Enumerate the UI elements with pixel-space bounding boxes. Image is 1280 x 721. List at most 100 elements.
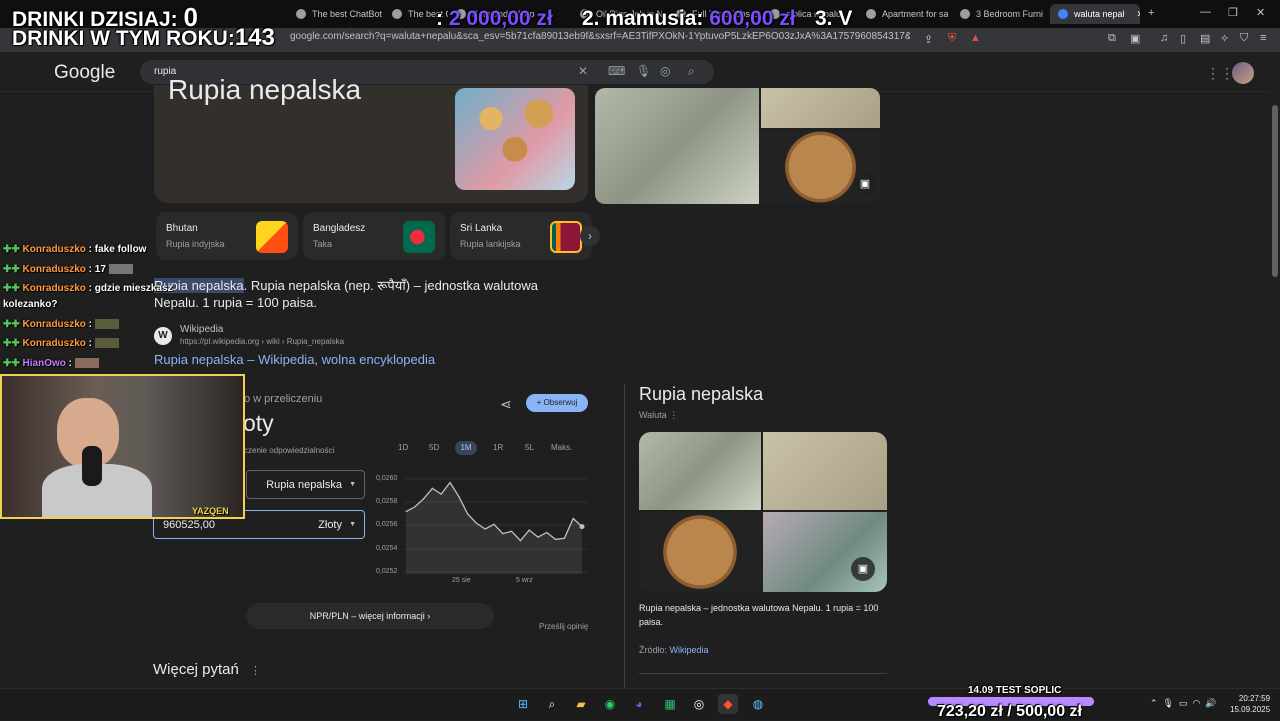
- chat-badge-icon: ✚✚: [3, 244, 20, 255]
- screenshot-icon[interactable]: ▣: [1130, 32, 1140, 45]
- drinks-year: DRINKI W TYM ROKU:143: [12, 24, 275, 51]
- obs-icon[interactable]: ◎: [689, 694, 709, 714]
- hero-title: Rupia nepalska: [168, 74, 362, 105]
- tab-1[interactable]: The best ChatBot: [296, 4, 386, 24]
- media-icon[interactable]: ♫: [1160, 32, 1168, 44]
- panel-subtitle: Waluta ⋮: [639, 410, 679, 420]
- close-tab-icon[interactable]: ✕: [1137, 9, 1140, 20]
- extensions-icon[interactable]: ⧉: [1108, 32, 1116, 45]
- panel-source: Źródło: Wikipedia: [639, 645, 709, 655]
- share-icon[interactable]: ⇪: [924, 33, 933, 46]
- chart-area: [406, 482, 582, 574]
- disclaimer-link[interactable]: czenie odpowiedzialności: [244, 446, 334, 455]
- more-info-button[interactable]: NPR/PLN – więcej informacji ›: [246, 603, 494, 629]
- chevron-down-icon: ▼: [349, 481, 356, 488]
- chart-point: [537, 536, 539, 538]
- wallet-icon[interactable]: ▤: [1200, 32, 1210, 45]
- more-questions-heading: Więcej pytań: [153, 661, 239, 678]
- leo-icon[interactable]: ✧: [1220, 32, 1229, 45]
- range-max[interactable]: Maks.: [551, 443, 572, 452]
- chat-badge-icon: ✚✚: [3, 319, 20, 330]
- panel-image-grid[interactable]: ▣: [639, 432, 887, 592]
- discord-icon[interactable]: ◕: [629, 694, 649, 714]
- chart-point: [467, 513, 469, 515]
- brave-browser-icon[interactable]: ◆: [718, 694, 738, 714]
- tab-8[interactable]: 3 Bedroom Furni: [960, 4, 1046, 24]
- amount-input[interactable]: 960525,00: [163, 519, 215, 531]
- tab-favicon-icon: [960, 9, 970, 19]
- from-currency-select[interactable]: Rupia nepalska ▼: [246, 470, 365, 499]
- range-1m[interactable]: 1M: [455, 441, 477, 455]
- banknote-tiger-image[interactable]: [763, 432, 887, 510]
- maximize-icon[interactable]: ❐: [1228, 6, 1238, 19]
- keyboard-icon[interactable]: ⌨: [608, 64, 625, 78]
- banknotes-image-grid[interactable]: ▣: [595, 88, 880, 204]
- exchange-rate-chart[interactable]: [404, 474, 588, 574]
- tab-7[interactable]: Apartment for sal: [866, 4, 948, 24]
- rewards-icon[interactable]: ▲: [970, 32, 981, 44]
- bhutan-flag-icon: [256, 221, 288, 253]
- chip-bhutan[interactable]: Bhutan Rupia indyjska: [156, 212, 298, 260]
- x-tick: 5 wrz: [516, 577, 533, 584]
- spreadsheet-icon[interactable]: ▦: [660, 694, 680, 714]
- coins-image[interactable]: [455, 88, 575, 190]
- source-site-name: Wikipedia: [180, 324, 224, 335]
- chips-next-button[interactable]: ›: [580, 226, 600, 246]
- taskbar-clock[interactable]: 20:27:59 15.09.2025: [1230, 693, 1270, 715]
- start-menu-icon[interactable]: ⊞: [513, 694, 533, 714]
- y-tick: 0,0254: [376, 545, 398, 552]
- search-taskbar-icon[interactable]: ⌕: [542, 694, 562, 714]
- chip-bangladesz[interactable]: Bangladesz Taka: [303, 212, 445, 260]
- more-options-icon[interactable]: ⋮: [669, 410, 678, 420]
- chat-message: ✚✚ Konraduszko :: [3, 338, 119, 349]
- search-icon[interactable]: ⌕: [688, 64, 695, 79]
- range-1d[interactable]: 1D: [398, 443, 408, 452]
- image-gallery-icon[interactable]: ▣: [851, 557, 875, 581]
- chart-point: [563, 537, 565, 539]
- range-5l[interactable]: 5L: [525, 443, 534, 452]
- whatsapp-icon[interactable]: ◉: [600, 694, 620, 714]
- share-result-icon[interactable]: ⋖: [500, 396, 512, 413]
- x-tick: 25 sie: [452, 577, 471, 584]
- chart-point: [555, 538, 557, 541]
- range-5d[interactable]: 5D: [429, 443, 439, 452]
- goal-title: 14.09 TEST SOPLIC: [968, 685, 1062, 696]
- google-apps-icon[interactable]: ⋮⋮: [1206, 65, 1234, 82]
- vpn-icon[interactable]: ⛉: [1240, 32, 1248, 45]
- new-tab-icon[interactable]: +: [1148, 7, 1154, 19]
- wikipedia-result-link[interactable]: Rupia nepalska – Wikipedia, wolna encykl…: [154, 352, 435, 367]
- chart-point: [572, 517, 574, 520]
- follow-button[interactable]: + Obserwuj: [526, 394, 588, 412]
- close-window-icon[interactable]: ✕: [1256, 6, 1265, 19]
- coin-image[interactable]: [639, 512, 761, 592]
- brave-shield-icon[interactable]: ⛨: [948, 32, 956, 45]
- lens-icon[interactable]: ◎: [660, 64, 670, 78]
- file-explorer-icon[interactable]: ▰: [571, 694, 591, 714]
- panel-source-link[interactable]: Wikipedia: [670, 645, 709, 655]
- system-tray[interactable]: ⌃ 🎙 ▭ ◠ 🔊: [1150, 698, 1217, 709]
- chip-sri-lanka[interactable]: Sri Lanka Rupia lankijska: [450, 212, 592, 260]
- feedback-link[interactable]: Prześlij opinię: [539, 622, 588, 631]
- banknote-mountain-image[interactable]: [763, 512, 887, 592]
- chat-message: ✚✚ Konraduszko : 17: [3, 264, 133, 275]
- chart-point: [431, 487, 433, 489]
- donation-third: 3. V: [815, 7, 853, 30]
- steam-icon[interactable]: ◍: [748, 694, 768, 714]
- tab-active[interactable]: waluta nepal✕: [1050, 4, 1140, 24]
- url-field[interactable]: google.com/search?q=waluta+nepalu&sca_es…: [290, 31, 910, 42]
- clear-search-icon[interactable]: ✕: [578, 64, 588, 78]
- menu-icon[interactable]: ≡: [1260, 32, 1266, 44]
- google-logo[interactable]: Google: [54, 62, 115, 84]
- minimize-icon[interactable]: —: [1200, 6, 1211, 18]
- converter-subtitle: o w przeliczeniu: [244, 393, 323, 405]
- banknote-elephant-image[interactable]: [639, 432, 761, 510]
- range-1r[interactable]: 1R: [493, 443, 503, 452]
- chart-point: [405, 510, 407, 513]
- account-avatar[interactable]: [1232, 62, 1254, 84]
- scrollbar-thumb[interactable]: [1272, 105, 1278, 277]
- sidebar-icon[interactable]: ▯: [1180, 32, 1186, 45]
- image-gallery-icon[interactable]: ▣: [853, 172, 877, 196]
- microphone-icon[interactable]: 🎙: [636, 64, 651, 78]
- more-options-icon[interactable]: ⋮: [250, 664, 261, 677]
- chat-message: ✚✚ Konraduszko : gdzie mieszkasz: [3, 283, 173, 294]
